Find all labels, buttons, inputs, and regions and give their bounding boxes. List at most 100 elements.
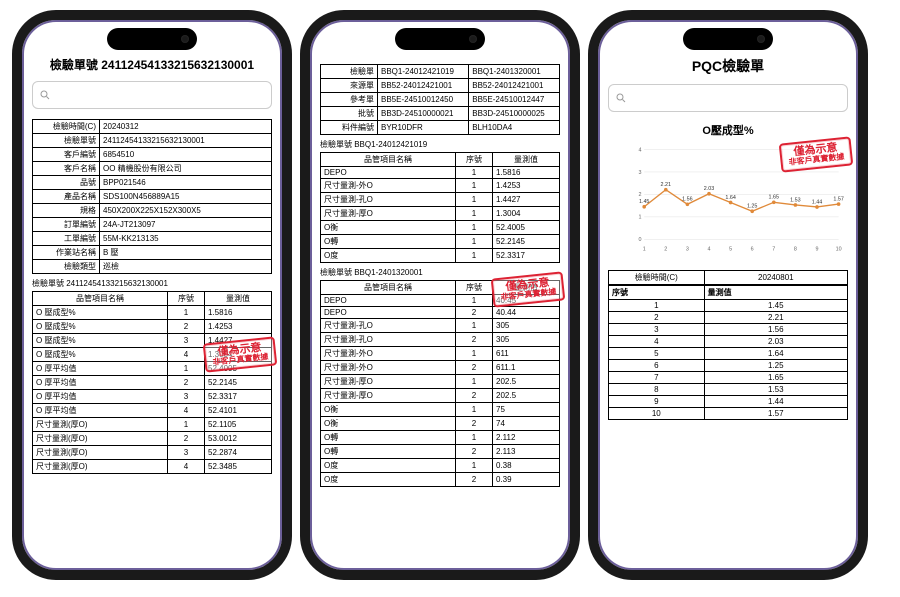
table-row[interactable]: 31.56 xyxy=(609,324,848,336)
table-row[interactable]: 51.64 xyxy=(609,348,848,360)
svg-text:1.53: 1.53 xyxy=(790,197,800,203)
chart-info-table: 檢驗時間(C)20240801 xyxy=(608,270,848,285)
svg-text:3: 3 xyxy=(686,246,689,252)
svg-text:10: 10 xyxy=(836,246,842,252)
table-row[interactable]: 客戶名稱OO 精機股份有限公司 xyxy=(33,162,272,176)
column-header: 序號 xyxy=(609,286,705,300)
svg-text:2.21: 2.21 xyxy=(661,182,671,188)
svg-text:6: 6 xyxy=(751,246,754,252)
table-row[interactable]: 尺寸量測-外O11.4253 xyxy=(321,179,560,193)
column-header: 量測值 xyxy=(205,292,272,306)
svg-text:4: 4 xyxy=(707,246,710,252)
table-row[interactable]: 81.53 xyxy=(609,384,848,396)
table-row[interactable]: 作業站名稱B 壓 xyxy=(33,246,272,260)
table-row[interactable]: 22.21 xyxy=(609,312,848,324)
column-header: 序號 xyxy=(456,281,493,295)
svg-text:1.45: 1.45 xyxy=(639,199,649,205)
column-header: 品管項目名稱 xyxy=(33,292,168,306)
table-row[interactable]: 尺寸量測(厚O)253.0012 xyxy=(33,432,272,446)
table-row[interactable]: 參考單BB5E-24510012450BB5E-24510012447 xyxy=(321,93,560,107)
table-row[interactable]: 尺寸量測(厚O)152.1105 xyxy=(33,418,272,432)
table-row[interactable]: 尺寸量測(厚O)352.2874 xyxy=(33,446,272,460)
table-row[interactable]: O 壓成型%11.5816 xyxy=(33,306,272,320)
device-notch xyxy=(107,28,197,50)
svg-text:1.25: 1.25 xyxy=(747,204,757,210)
phone-2: 檢驗單BBQ1-24012421019BBQ1-2401320001來源單BB5… xyxy=(300,10,580,580)
table-row[interactable]: 產品名稱SDS100N456889A15 xyxy=(33,190,272,204)
svg-text:2: 2 xyxy=(664,246,667,252)
svg-text:4: 4 xyxy=(638,147,641,153)
table-row[interactable]: 61.25 xyxy=(609,360,848,372)
table-row[interactable]: O 厚平均值252.2145 xyxy=(33,376,272,390)
chart-data-table: 序號量測值11.4522.2131.5642.0351.6461.2571.65… xyxy=(608,285,848,420)
search-input[interactable] xyxy=(32,81,272,109)
table-row[interactable]: 尺寸量測(厚O)452.3485 xyxy=(33,460,272,474)
table-row[interactable]: 批號BB3D-24510000021BB3D-24510000025 xyxy=(321,107,560,121)
svg-text:1.65: 1.65 xyxy=(769,195,779,201)
column-header: 量測值 xyxy=(704,286,847,300)
page-title: 檢驗單號 24112454133215632130001 xyxy=(32,56,272,73)
table-row[interactable]: 11.45 xyxy=(609,300,848,312)
search-icon xyxy=(39,89,51,101)
table-row[interactable]: O衡152.4005 xyxy=(321,221,560,235)
table-row[interactable]: 尺寸量測-厚O1202.5 xyxy=(321,375,560,389)
table-row[interactable]: O度20.39 xyxy=(321,473,560,487)
phone-3: PQC檢驗單 O壓成型% 01234123456789101.452.211.5… xyxy=(588,10,868,580)
table-row[interactable]: O衡175 xyxy=(321,403,560,417)
svg-text:1: 1 xyxy=(638,215,641,221)
measurement-table-a: 品管項目名稱序號量測值DEPO11.5816尺寸量測-外O11.4253尺寸量測… xyxy=(320,152,560,263)
table-row[interactable]: 檢驗類型巡檢 xyxy=(33,260,272,274)
device-notch xyxy=(683,28,773,50)
table-row[interactable]: 訂單編號24A-JT213097 xyxy=(33,218,272,232)
svg-text:1: 1 xyxy=(643,246,646,252)
search-input[interactable] xyxy=(608,84,848,112)
table-row[interactable]: 來源單BB52-24012421001BB52-24012421001 xyxy=(321,79,560,93)
section-label-a: 檢驗單號 BBQ1-24012421019 xyxy=(320,139,560,150)
svg-text:9: 9 xyxy=(815,246,818,252)
table-row[interactable]: O 厚平均值452.4101 xyxy=(33,404,272,418)
table-row[interactable]: 尺寸量測-孔O11.4427 xyxy=(321,193,560,207)
table-row[interactable]: 91.44 xyxy=(609,396,848,408)
table-row[interactable]: O度10.38 xyxy=(321,459,560,473)
table-row[interactable]: 尺寸量測-孔O2305 xyxy=(321,333,560,347)
table-row[interactable]: O衡274 xyxy=(321,417,560,431)
svg-text:1.44: 1.44 xyxy=(812,199,822,205)
table-row[interactable]: 71.65 xyxy=(609,372,848,384)
table-row[interactable]: O 厚平均值352.3317 xyxy=(33,390,272,404)
table-row[interactable]: 工單編號55M-KK213135 xyxy=(33,232,272,246)
table-row[interactable]: 品號BPP021546 xyxy=(33,176,272,190)
svg-text:5: 5 xyxy=(729,246,732,252)
table-row[interactable]: 客戶編號6854510 xyxy=(33,148,272,162)
column-header: 品管項目名稱 xyxy=(321,153,456,167)
device-notch xyxy=(395,28,485,50)
phone-1: 檢驗單號 24112454133215632130001 檢驗時間(C)2024… xyxy=(12,10,292,580)
table-row[interactable]: 尺寸量測-孔O1305 xyxy=(321,319,560,333)
table-row[interactable]: 尺寸量測-厚O11.3004 xyxy=(321,207,560,221)
table-row[interactable]: O轉12.112 xyxy=(321,431,560,445)
svg-text:8: 8 xyxy=(794,246,797,252)
svg-text:1.57: 1.57 xyxy=(833,196,843,202)
table-row[interactable]: 檢驗時間(C)20240801 xyxy=(609,271,848,285)
table-row[interactable]: O轉22.113 xyxy=(321,445,560,459)
table-row[interactable]: O度152.3317 xyxy=(321,249,560,263)
table-row[interactable]: 檢驗單號24112454133215632130001 xyxy=(33,134,272,148)
table-row[interactable]: 檢驗單BBQ1-24012421019BBQ1-2401320001 xyxy=(321,65,560,79)
info-table: 檢驗時間(C)20240312檢驗單號241124541332156321300… xyxy=(32,119,272,274)
table-row[interactable]: 尺寸量測-厚O2202.5 xyxy=(321,389,560,403)
table-row[interactable]: DEPO240.44 xyxy=(321,307,560,319)
table-row[interactable]: 101.57 xyxy=(609,408,848,420)
page-title: PQC檢驗單 xyxy=(608,56,848,76)
column-header: 品管項目名稱 xyxy=(321,281,456,295)
table-row[interactable]: 42.03 xyxy=(609,336,848,348)
table-row[interactable]: 尺寸量測-外O2611.1 xyxy=(321,361,560,375)
svg-text:2.03: 2.03 xyxy=(704,186,714,192)
table-row[interactable]: O轉152.2145 xyxy=(321,235,560,249)
table-row[interactable]: O 壓成型%21.4253 xyxy=(33,320,272,334)
header-pair-table: 檢驗單BBQ1-24012421019BBQ1-2401320001來源單BB5… xyxy=(320,64,560,135)
table-row[interactable]: 規格450X200X225X152X300X5 xyxy=(33,204,272,218)
table-row[interactable]: 料件編號BYR10DFRBLH10DA4 xyxy=(321,121,560,135)
table-row[interactable]: 尺寸量測-外O1611 xyxy=(321,347,560,361)
svg-text:1.56: 1.56 xyxy=(682,197,692,203)
table-row[interactable]: DEPO11.5816 xyxy=(321,167,560,179)
table-row[interactable]: 檢驗時間(C)20240312 xyxy=(33,120,272,134)
